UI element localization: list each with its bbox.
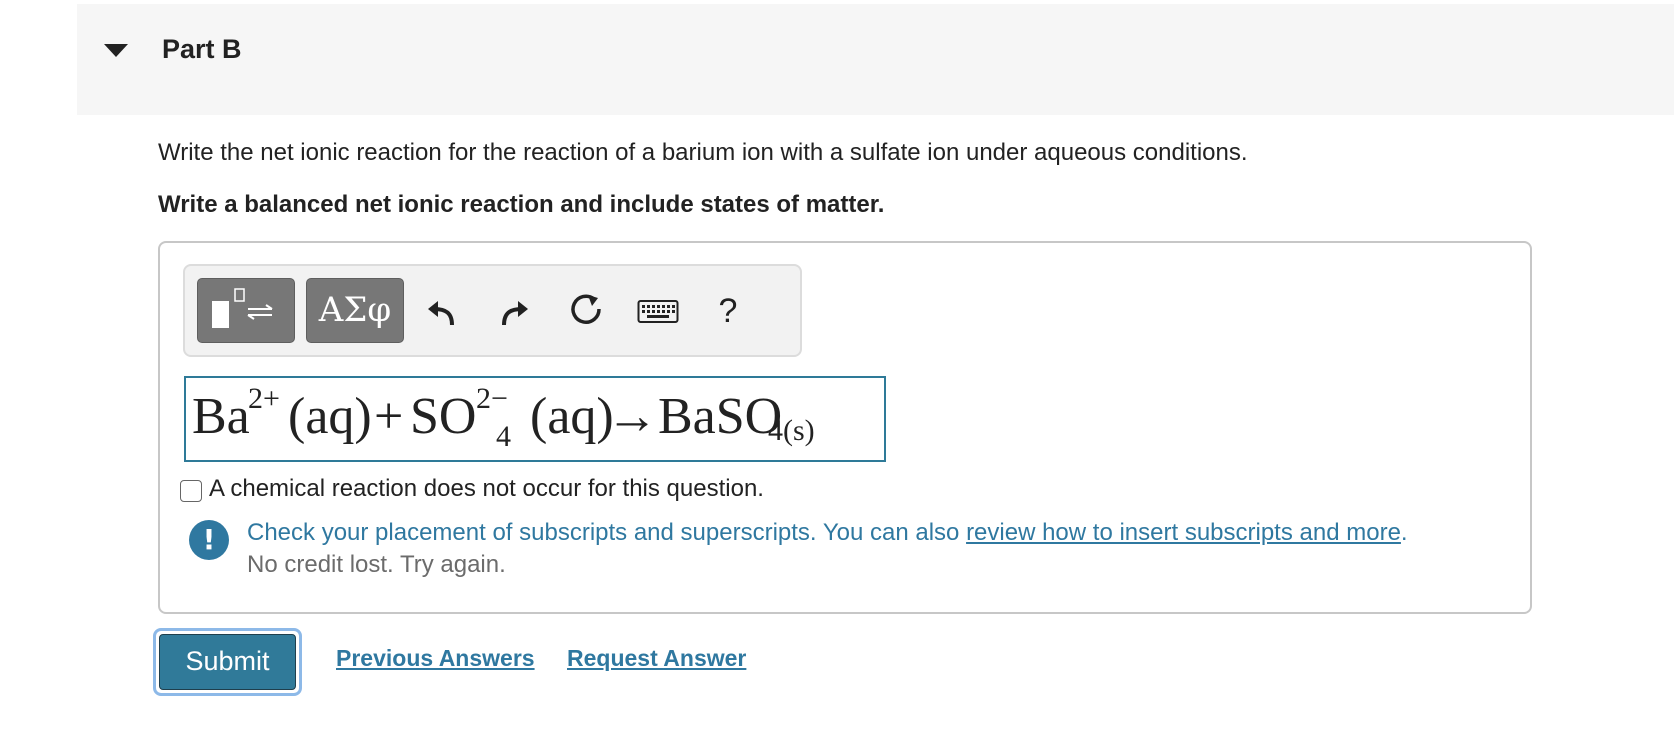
eq-state-aq-2: (aq) xyxy=(530,388,614,445)
reset-icon xyxy=(571,294,601,324)
answer-box: ΑΣφ ? Ba 2+ (aq) + SO 2− 4 (aq) → BaSO 4… xyxy=(158,241,1532,614)
question-instruction: Write a balanced net ionic reaction and … xyxy=(158,191,885,218)
eq-sulfate-subscript: 4 xyxy=(496,420,511,453)
no-reaction-checkbox[interactable] xyxy=(180,480,202,502)
eq-state-aq-1: (aq) xyxy=(288,388,372,445)
answer-math-input[interactable]: Ba 2+ (aq) + SO 2− 4 (aq) → BaSO 4(s) xyxy=(184,376,886,462)
feedback-message-end: . xyxy=(1400,519,1408,546)
eq-barium: Ba xyxy=(192,388,250,445)
templates-button[interactable] xyxy=(197,278,295,343)
feedback-message: Check your placement of subscripts and s… xyxy=(247,519,1408,547)
question-prompt: Write the net ionic reaction for the rea… xyxy=(158,139,1248,166)
part-title: Part B xyxy=(162,34,242,64)
greek-symbols-button[interactable]: ΑΣφ xyxy=(306,278,404,343)
eq-plus: + xyxy=(374,388,404,445)
undo-button[interactable] xyxy=(415,284,469,338)
eq-product: BaSO xyxy=(658,388,783,445)
feedback-message-text: Check your placement of subscripts and s… xyxy=(247,519,967,546)
redo-icon xyxy=(502,301,528,326)
eq-product-subscript: 4(s) xyxy=(768,414,815,447)
feedback-subtext: No credit lost. Try again. xyxy=(247,551,506,578)
alert-icon: ! xyxy=(189,520,229,560)
submit-focus-ring: Submit xyxy=(153,628,302,696)
eq-sulfate: SO xyxy=(410,388,477,445)
eq-sulfate-charge: 2− xyxy=(476,382,508,415)
eq-arrow: → xyxy=(606,388,658,445)
previous-answers-link[interactable]: Previous Answers xyxy=(336,645,535,672)
reset-button[interactable] xyxy=(560,284,614,338)
submit-button[interactable]: Submit xyxy=(159,634,296,690)
help-button[interactable]: ? xyxy=(701,284,755,338)
part-header[interactable]: Part B xyxy=(77,4,1674,115)
no-reaction-option: A chemical reaction does not occur for t… xyxy=(180,475,764,503)
subscripts-help-link[interactable]: review how to insert subscripts and more xyxy=(966,519,1401,546)
math-toolbar: ΑΣφ ? xyxy=(183,264,802,357)
collapse-caret-icon[interactable] xyxy=(104,44,128,57)
undo-icon xyxy=(428,301,454,326)
no-reaction-label[interactable]: A chemical reaction does not occur for t… xyxy=(209,475,764,503)
eq-barium-charge: 2+ xyxy=(248,382,280,415)
redo-button[interactable] xyxy=(487,284,541,338)
keyboard-button[interactable] xyxy=(631,284,685,338)
request-answer-link[interactable]: Request Answer xyxy=(567,645,746,672)
keyboard-icon xyxy=(637,300,679,323)
templates-icon xyxy=(212,288,273,328)
